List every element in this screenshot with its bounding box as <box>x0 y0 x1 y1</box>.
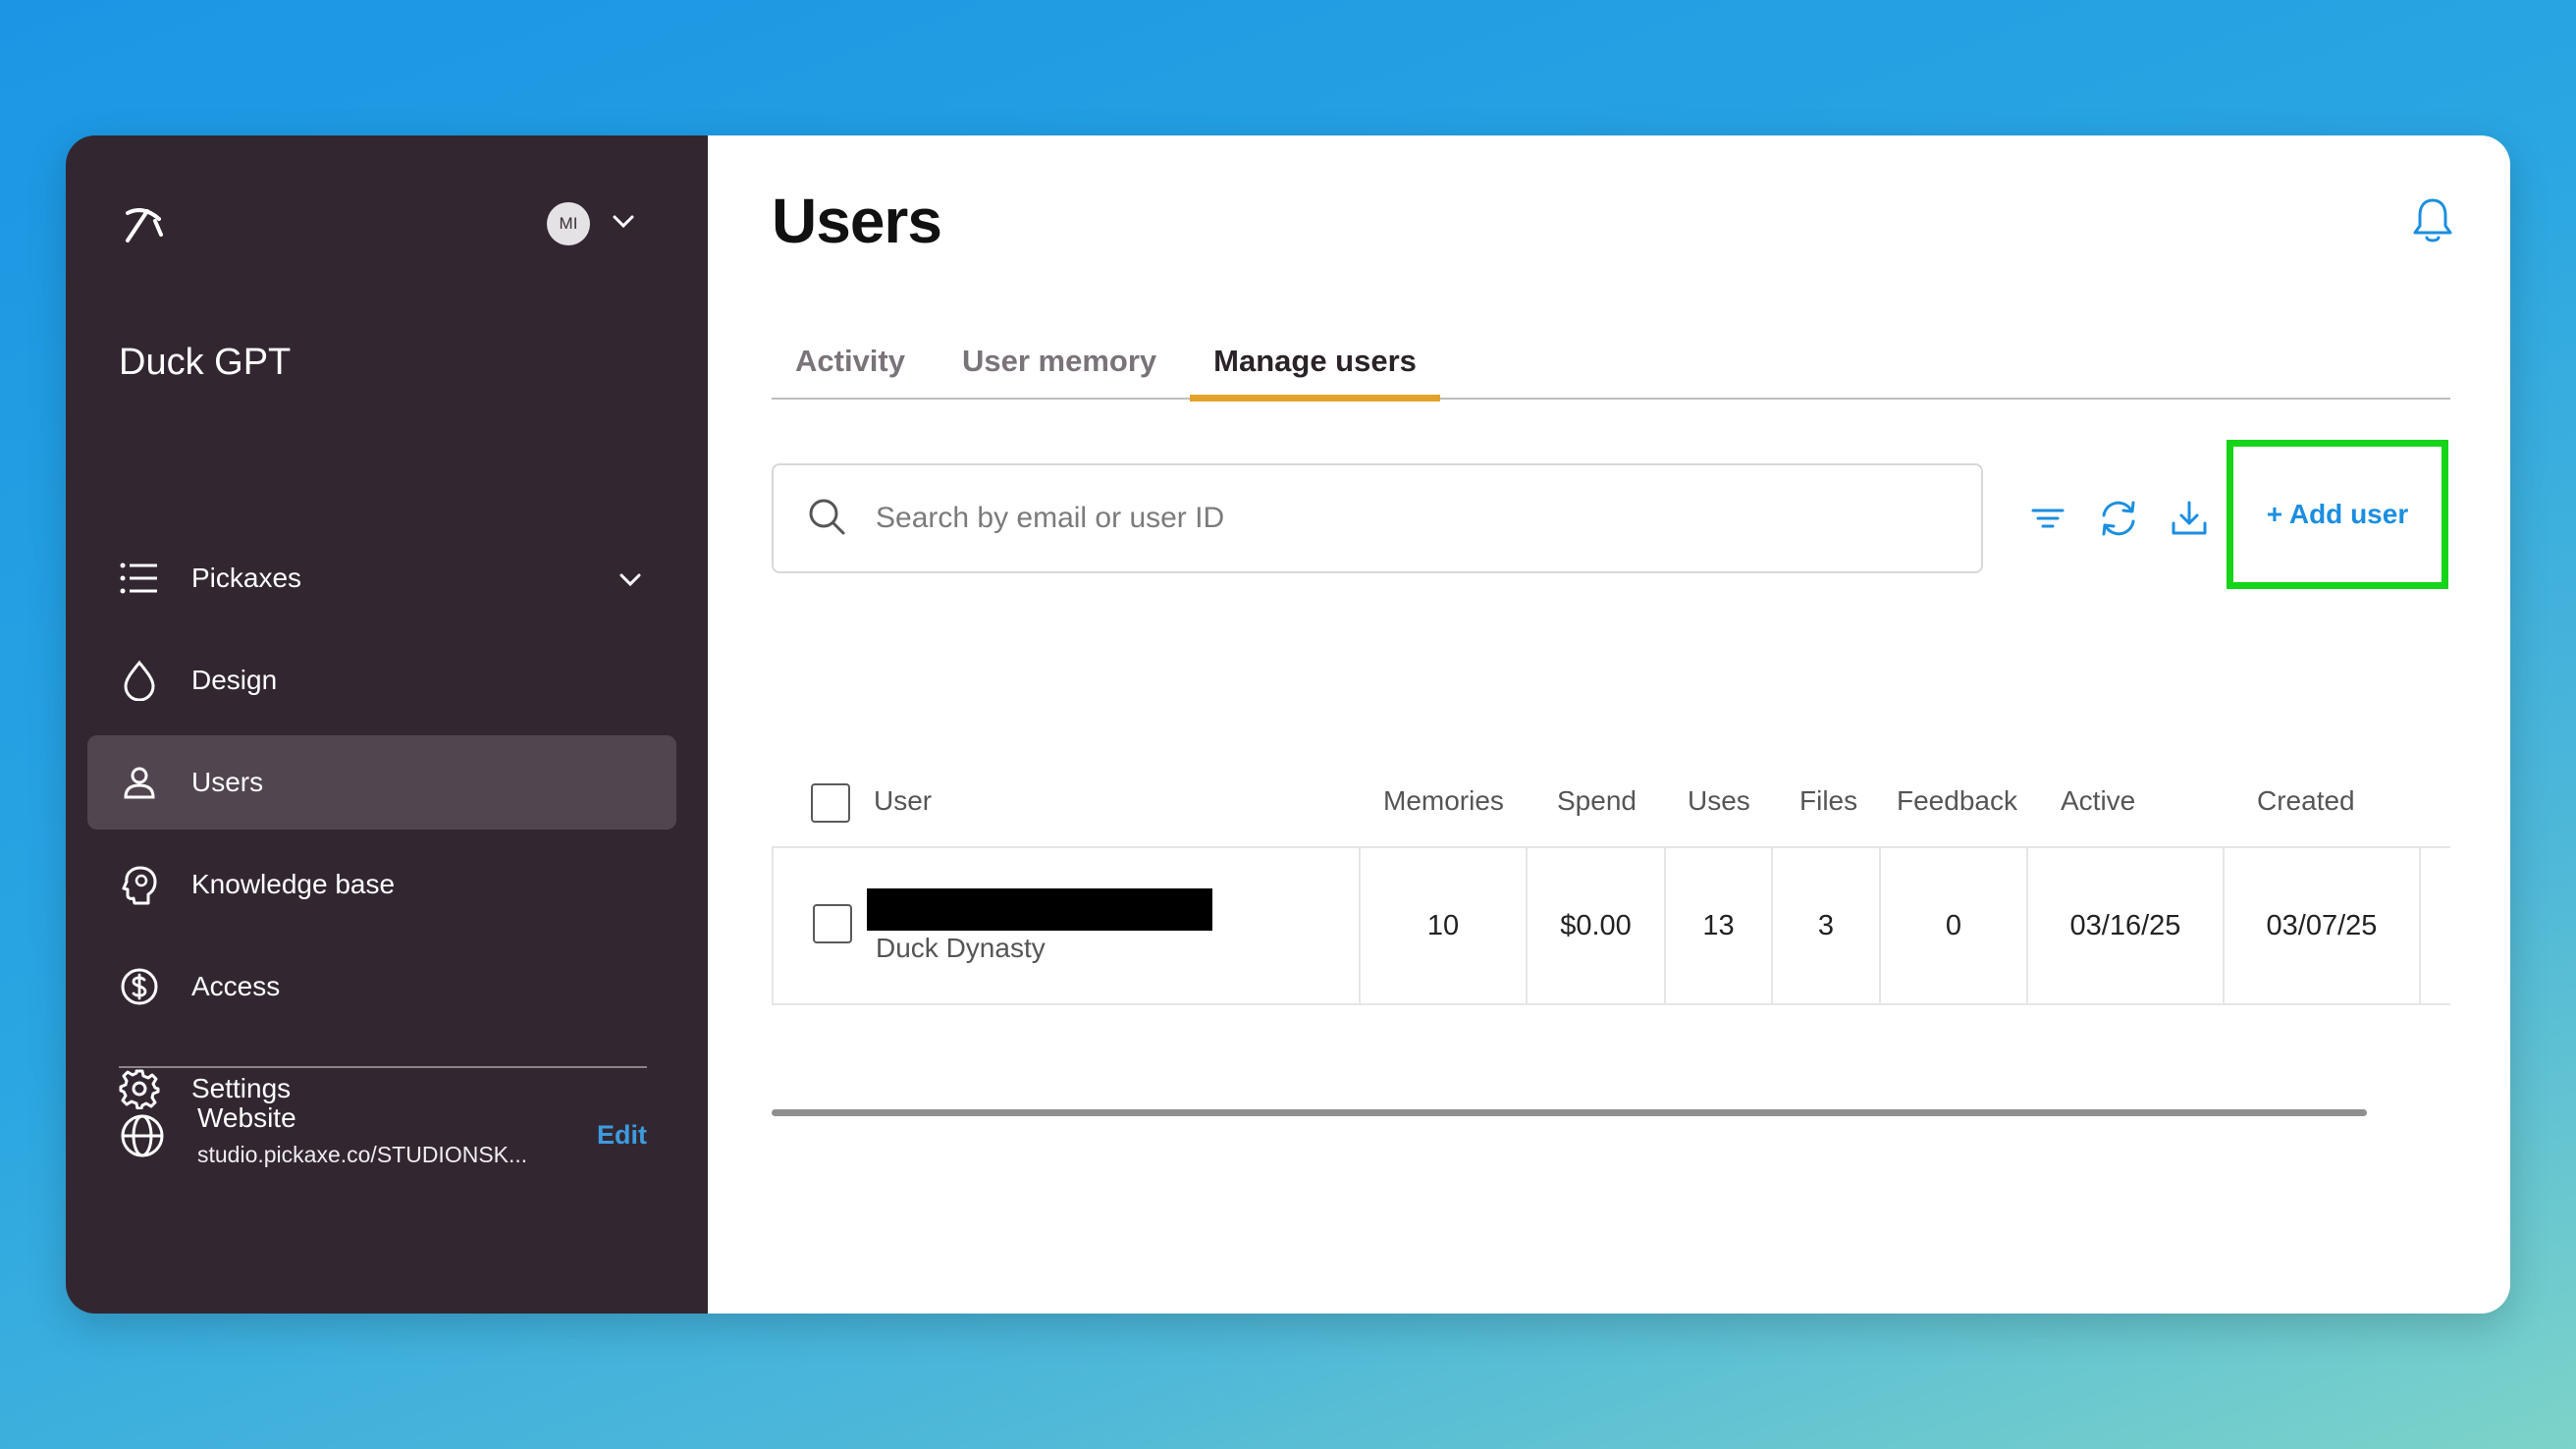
sidebar-divider <box>119 1066 647 1068</box>
website-url[interactable]: studio.pickaxe.co/STUDIONSK... <box>197 1142 597 1168</box>
chevron-down-icon[interactable] <box>612 214 635 235</box>
filter-icon[interactable] <box>2027 498 2068 539</box>
add-user-button[interactable]: + Add user <box>2267 499 2408 530</box>
dollar-icon <box>119 966 160 1007</box>
column-header-active[interactable]: Active <box>2061 785 2135 817</box>
refresh-icon[interactable] <box>2098 498 2139 539</box>
add-user-highlight: + Add user <box>2227 440 2448 589</box>
column-header-uses[interactable]: Uses <box>1688 785 1750 817</box>
edit-website-link[interactable]: Edit <box>597 1120 647 1151</box>
active-cell: 03/16/25 <box>2028 848 2225 1003</box>
horizontal-scrollbar[interactable] <box>772 1109 2367 1116</box>
sidebar: MI Duck GPT Pickaxes Design Users Knowle… <box>66 135 708 1314</box>
droplet-icon <box>119 660 160 701</box>
sidebar-item-label: Users <box>191 767 264 797</box>
column-header-feedback[interactable]: Feedback <box>1897 785 2017 817</box>
app-name: Duck GPT <box>119 342 292 383</box>
select-all-checkbox[interactable] <box>811 783 850 823</box>
app-window: MI Duck GPT Pickaxes Design Users Knowle… <box>66 135 2510 1314</box>
column-header-files[interactable]: Files <box>1799 785 1857 817</box>
download-icon[interactable] <box>2169 498 2210 539</box>
avatar[interactable]: MI <box>547 202 590 245</box>
sidebar-item-label: Knowledge base <box>191 869 396 899</box>
sidebar-nav: Pickaxes Design Users Knowledge base Acc… <box>87 531 676 1144</box>
search-icon <box>807 497 846 541</box>
sidebar-item-pickaxes[interactable]: Pickaxes <box>87 531 676 625</box>
main-content: Users Activity User memory Manage users … <box>708 135 2510 1314</box>
sidebar-item-label: Pickaxes <box>191 563 302 593</box>
list-icon <box>119 558 160 599</box>
brain-icon <box>119 864 160 905</box>
memories-cell: 10 <box>1361 848 1528 1003</box>
sidebar-item-users[interactable]: Users <box>87 735 676 830</box>
page-title: Users <box>772 186 942 256</box>
column-header-created[interactable]: Created <box>2257 785 2355 817</box>
pickaxe-logo-icon[interactable] <box>120 199 169 248</box>
sidebar-item-knowledge-base[interactable]: Knowledge base <box>87 837 676 932</box>
column-header-user[interactable]: User <box>874 785 932 817</box>
tab-activity[interactable]: Activity <box>772 327 929 400</box>
sidebar-item-design[interactable]: Design <box>87 633 676 727</box>
table-header: User Memories Spend Uses Files Feedback … <box>772 744 2450 846</box>
globe-icon <box>119 1112 166 1159</box>
website-title: Website <box>197 1102 296 1133</box>
account-menu[interactable]: MI <box>547 202 635 245</box>
sidebar-item-label: Settings <box>191 1073 292 1103</box>
tab-bar: Activity User memory Manage users <box>772 327 2450 402</box>
tab-manage-users[interactable]: Manage users <box>1190 327 1440 402</box>
redacted-email <box>867 888 1212 931</box>
search-input[interactable] <box>876 502 1857 535</box>
created-cell: 03/07/25 <box>2225 848 2421 1003</box>
user-cell: Duck Dynasty <box>772 848 1361 1003</box>
tab-user-memory[interactable]: User memory <box>939 327 1180 400</box>
feedback-cell: 0 <box>1881 848 2028 1003</box>
sidebar-item-access[interactable]: Access <box>87 939 676 1034</box>
column-header-spend[interactable]: Spend <box>1557 785 1637 817</box>
bell-icon[interactable] <box>2411 196 2454 245</box>
files-cell: 3 <box>1773 848 1881 1003</box>
row-checkbox[interactable] <box>813 904 852 943</box>
sidebar-item-label: Design <box>191 665 278 695</box>
users-table: User Memories Spend Uses Files Feedback … <box>772 744 2450 1116</box>
uses-cell: 13 <box>1666 848 1773 1003</box>
user-icon <box>119 762 160 803</box>
table-row[interactable]: Duck Dynasty 10 $0.00 13 3 0 03/16/25 03… <box>772 846 2450 1116</box>
sidebar-item-label: Access <box>191 971 281 1001</box>
spend-cell: $0.00 <box>1528 848 1666 1003</box>
website-section: Website studio.pickaxe.co/STUDIONSK... E… <box>119 1102 647 1168</box>
chevron-down-icon[interactable] <box>618 564 642 595</box>
column-header-memories[interactable]: Memories <box>1383 785 1504 817</box>
user-name: Duck Dynasty <box>876 933 1046 963</box>
search-box <box>772 463 1983 573</box>
